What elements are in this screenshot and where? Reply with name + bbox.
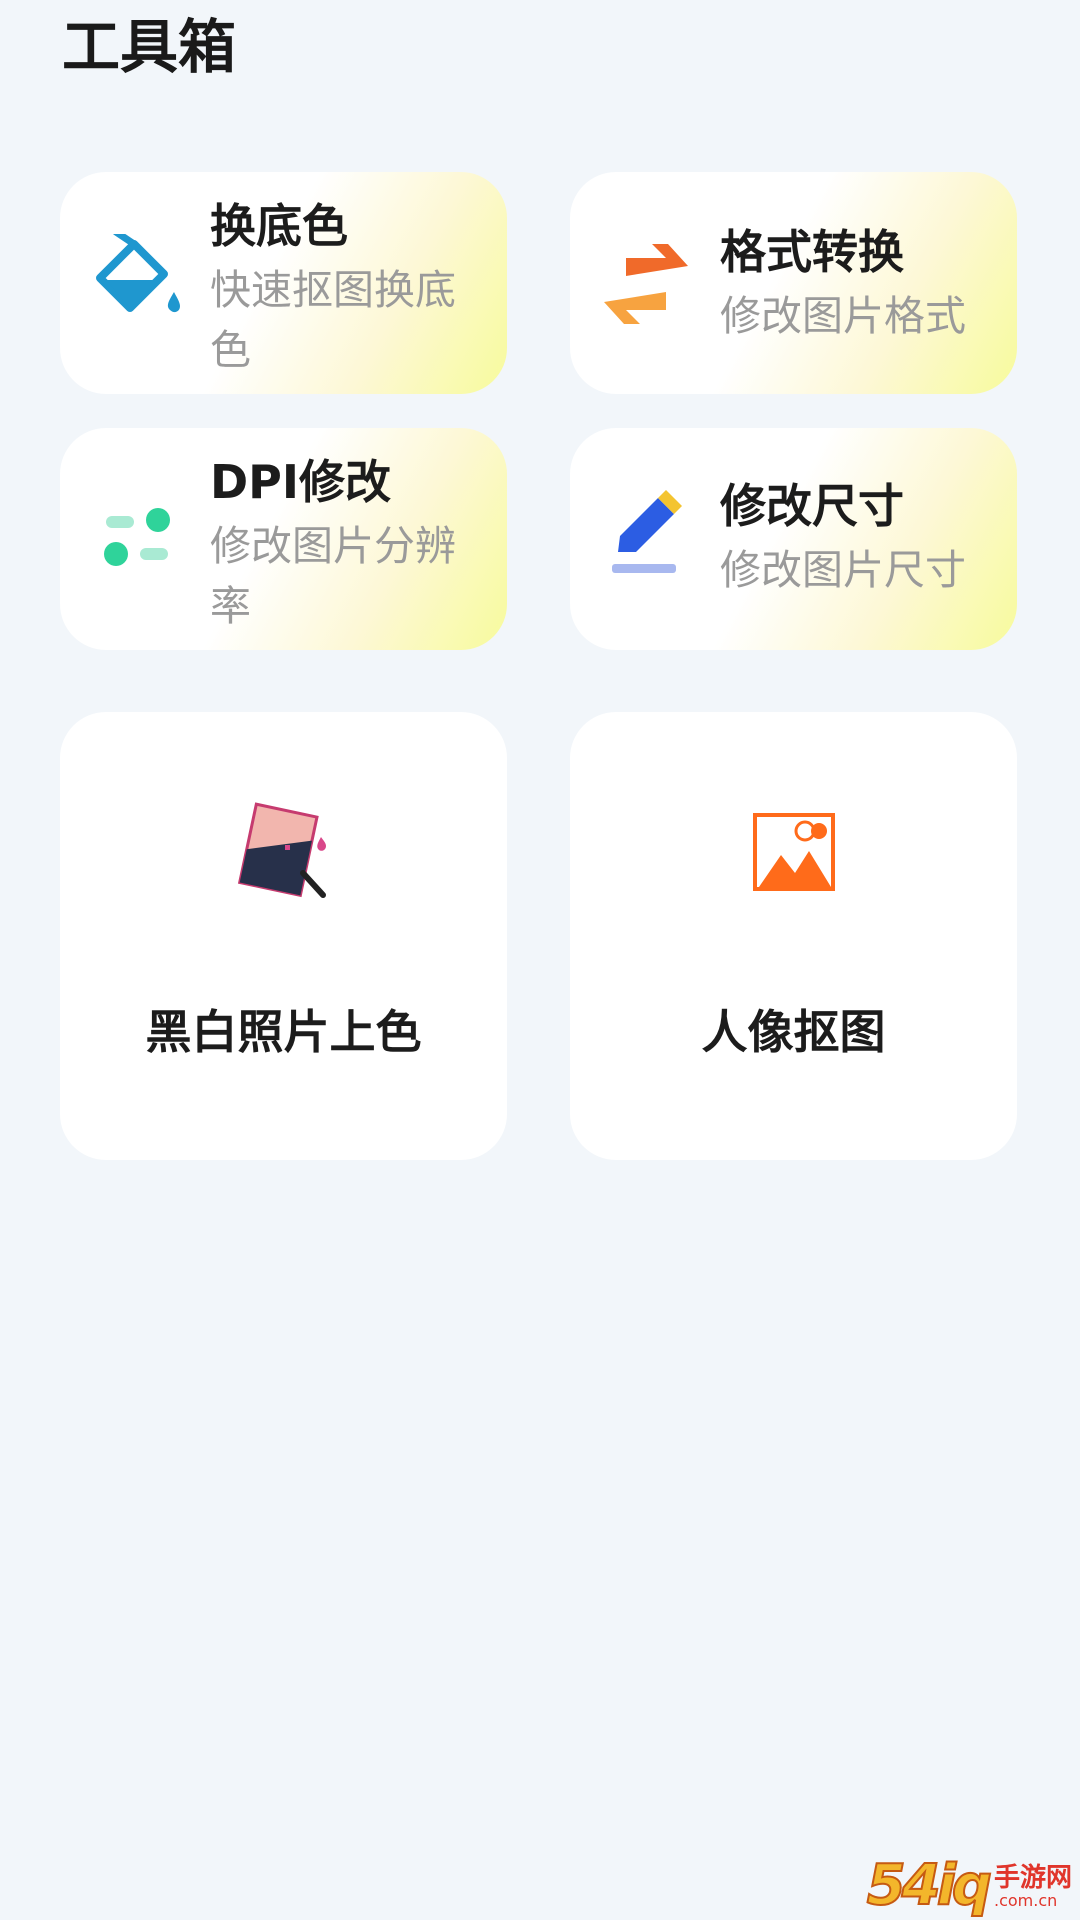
portrait-cutout-icon: [570, 797, 1017, 907]
feature-title: 黑白照片上色: [145, 1005, 422, 1059]
page-title: 工具箱: [62, 13, 237, 81]
paint-bucket-icon: [86, 234, 186, 334]
feature-title: 人像抠图: [701, 1005, 886, 1059]
feature-card-colorize[interactable]: 黑白照片上色: [60, 712, 507, 1160]
tool-description: 快速抠图换底色: [210, 266, 456, 374]
watermark-number: 54iq: [866, 1853, 993, 1918]
photo-colorize-icon: [60, 797, 507, 907]
tool-description: 修改图片格式: [720, 292, 966, 340]
watermark-domain: .com.cn: [993, 1891, 1058, 1910]
dpi-adjust-icon: [86, 486, 186, 586]
tool-title: DPI修改: [210, 455, 392, 509]
tool-description: 修改图片分辨率: [210, 522, 456, 630]
tool-title: 换底色: [210, 199, 348, 253]
pencil-icon: [596, 486, 696, 586]
tool-description: 修改图片尺寸: [720, 546, 966, 594]
tool-card-change-background[interactable]: 换底色 快速抠图换底色: [60, 172, 507, 394]
feature-card-portrait-cutout[interactable]: 人像抠图: [570, 712, 1017, 1160]
swap-arrows-icon: [596, 234, 696, 334]
tool-card-dpi[interactable]: DPI修改 修改图片分辨率: [60, 428, 507, 650]
site-watermark-logo: 54iq 手游网 .com.cn: [866, 1853, 1072, 1918]
tool-card-format-convert[interactable]: 格式转换 修改图片格式: [570, 172, 1017, 394]
tool-card-resize[interactable]: 修改尺寸 修改图片尺寸: [570, 428, 1017, 650]
watermark-chinese: 手游网: [993, 1863, 1072, 1893]
tool-title: 修改尺寸: [720, 479, 904, 533]
tool-title: 格式转换: [720, 225, 904, 279]
